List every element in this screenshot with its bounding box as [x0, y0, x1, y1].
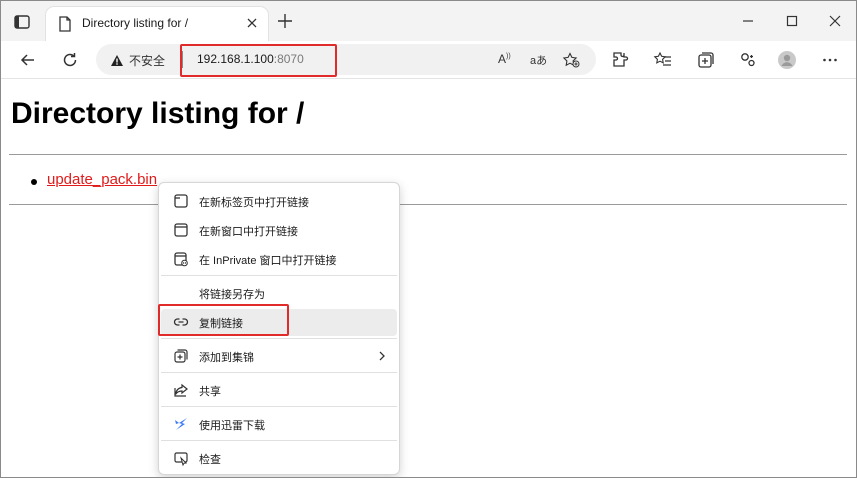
- page-icon: [58, 16, 72, 32]
- close-tab-icon[interactable]: [244, 15, 260, 31]
- share-icon: [173, 382, 189, 398]
- menu-item-open-new-tab[interactable]: 在新标签页中打开链接: [161, 188, 397, 215]
- menu-item-inspect[interactable]: 检查: [161, 445, 397, 472]
- read-aloud-icon[interactable]: A)): [498, 52, 516, 68]
- maximize-icon[interactable]: [782, 11, 802, 31]
- close-window-icon[interactable]: [825, 11, 845, 31]
- file-link[interactable]: update_pack.bin: [47, 171, 157, 188]
- page-content: Directory listing for / update_pack.bin: [1, 80, 856, 477]
- top-divider: [9, 154, 847, 155]
- browser-window: Directory listing for / 不安全 192.168.1.10…: [0, 0, 857, 478]
- security-indicator[interactable]: 不安全: [110, 52, 165, 69]
- tab-directory-listing[interactable]: Directory listing for /: [46, 7, 268, 41]
- new-window-icon: [173, 222, 189, 238]
- menu-separator: [161, 440, 397, 441]
- translate-icon[interactable]: aあ: [530, 52, 548, 68]
- url-highlight-box: [180, 44, 337, 77]
- menu-item-add-to-collections[interactable]: 添加到集锦: [161, 343, 397, 370]
- extensions-icon[interactable]: [610, 50, 630, 70]
- address-bar[interactable]: 不安全 192.168.1.100:8070 A)) aあ: [96, 44, 596, 75]
- collections-icon: [173, 348, 189, 364]
- favorites-icon[interactable]: [653, 50, 673, 70]
- collections-icon[interactable]: [696, 50, 716, 70]
- menu-item-open-new-window[interactable]: 在新窗口中打开链接: [161, 217, 397, 244]
- browser-essentials-icon[interactable]: [738, 50, 758, 70]
- thunder-icon: [173, 416, 189, 432]
- add-favorite-icon[interactable]: [562, 52, 580, 68]
- new-tab-icon: [173, 193, 189, 209]
- page-title: Directory listing for /: [11, 97, 305, 130]
- security-label: 不安全: [129, 54, 166, 68]
- title-bar: Directory listing for /: [1, 1, 856, 41]
- tab-title: Directory listing for /: [82, 16, 189, 30]
- minimize-icon[interactable]: [738, 11, 758, 31]
- toolbar: 不安全 192.168.1.100:8070 A)) aあ: [1, 41, 856, 79]
- menu-item-save-link-as[interactable]: 将链接另存为: [161, 280, 397, 307]
- tab-actions-icon[interactable]: [11, 11, 33, 33]
- inspect-icon: [173, 450, 189, 467]
- inprivate-icon: [173, 251, 189, 267]
- new-tab-icon[interactable]: [277, 13, 293, 29]
- menu-separator: [161, 406, 397, 407]
- profile-avatar-icon[interactable]: [777, 50, 797, 70]
- menu-item-thunder-download[interactable]: 使用迅雷下载: [161, 411, 397, 438]
- menu-item-open-inprivate[interactable]: 在 InPrivate 窗口中打开链接: [161, 246, 397, 273]
- list-bullet: [31, 179, 37, 185]
- back-icon[interactable]: [18, 50, 38, 70]
- warning-icon: [111, 55, 123, 66]
- menu-item-share[interactable]: 共享: [161, 377, 397, 404]
- bottom-divider: [9, 204, 847, 205]
- refresh-icon[interactable]: [60, 50, 80, 70]
- more-options-icon[interactable]: [820, 50, 840, 70]
- copy-link-highlight-box: [158, 304, 289, 336]
- chevron-right-icon: [377, 349, 387, 363]
- menu-separator: [161, 338, 397, 339]
- menu-separator: [161, 372, 397, 373]
- menu-separator: [161, 275, 397, 276]
